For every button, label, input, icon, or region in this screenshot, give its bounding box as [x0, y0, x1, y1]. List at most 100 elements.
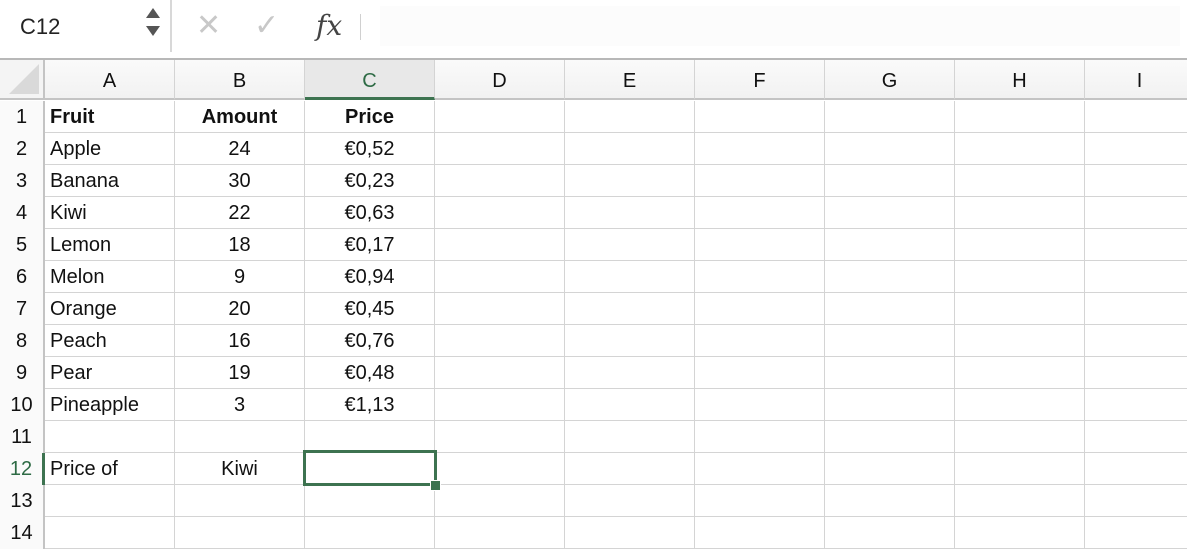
cell-e2[interactable] [565, 133, 695, 165]
cell-b10[interactable]: 3 [175, 389, 305, 421]
row-header-11[interactable]: 11 [0, 421, 45, 453]
cell-c14[interactable] [305, 517, 435, 549]
cell-i3[interactable] [1085, 165, 1187, 197]
cell-i2[interactable] [1085, 133, 1187, 165]
cell-g3[interactable] [825, 165, 955, 197]
row-header-6[interactable]: 6 [0, 261, 45, 293]
cell-a13[interactable] [45, 485, 175, 517]
cell-b2[interactable]: 24 [175, 133, 305, 165]
cell-e1[interactable] [565, 101, 695, 133]
cell-b5[interactable]: 18 [175, 229, 305, 261]
insert-function-icon[interactable]: fx [316, 8, 342, 44]
cell-d3[interactable] [435, 165, 565, 197]
column-header-a[interactable]: A [45, 60, 175, 100]
cell-b13[interactable] [175, 485, 305, 517]
fill-handle[interactable] [430, 480, 441, 491]
cell-g10[interactable] [825, 389, 955, 421]
cell-h1[interactable] [955, 101, 1085, 133]
cell-d11[interactable] [435, 421, 565, 453]
cell-h3[interactable] [955, 165, 1085, 197]
row-header-4[interactable]: 4 [0, 197, 45, 229]
cell-f9[interactable] [695, 357, 825, 389]
cell-h9[interactable] [955, 357, 1085, 389]
cell-f10[interactable] [695, 389, 825, 421]
cell-a7[interactable]: Orange [45, 293, 175, 325]
cell-a10[interactable]: Pineapple [45, 389, 175, 421]
cell-h10[interactable] [955, 389, 1085, 421]
cell-h4[interactable] [955, 197, 1085, 229]
cell-c5[interactable]: €0,17 [305, 229, 435, 261]
cell-b3[interactable]: 30 [175, 165, 305, 197]
cell-h13[interactable] [955, 485, 1085, 517]
cell-a12[interactable]: Price of [45, 453, 175, 485]
column-header-f[interactable]: F [695, 60, 825, 100]
cell-e5[interactable] [565, 229, 695, 261]
row-header-9[interactable]: 9 [0, 357, 45, 389]
cell-a6[interactable]: Melon [45, 261, 175, 293]
cell-i10[interactable] [1085, 389, 1187, 421]
cell-a3[interactable]: Banana [45, 165, 175, 197]
cell-f13[interactable] [695, 485, 825, 517]
cell-c9[interactable]: €0,48 [305, 357, 435, 389]
cancel-icon[interactable]: ✕ [196, 8, 221, 44]
arrow-down-icon[interactable] [146, 26, 160, 36]
cell-g12[interactable] [825, 453, 955, 485]
cell-f3[interactable] [695, 165, 825, 197]
cell-a9[interactable]: Pear [45, 357, 175, 389]
cell-i14[interactable] [1085, 517, 1187, 549]
cell-c3[interactable]: €0,23 [305, 165, 435, 197]
cell-i13[interactable] [1085, 485, 1187, 517]
cell-i8[interactable] [1085, 325, 1187, 357]
cell-a4[interactable]: Kiwi [45, 197, 175, 229]
select-all-button[interactable] [0, 60, 45, 100]
row-header-5[interactable]: 5 [0, 229, 45, 261]
cell-e13[interactable] [565, 485, 695, 517]
cell-i7[interactable] [1085, 293, 1187, 325]
cell-g14[interactable] [825, 517, 955, 549]
cell-h8[interactable] [955, 325, 1085, 357]
cell-f8[interactable] [695, 325, 825, 357]
cell-g1[interactable] [825, 101, 955, 133]
cell-c13[interactable] [305, 485, 435, 517]
cell-c8[interactable]: €0,76 [305, 325, 435, 357]
cell-g6[interactable] [825, 261, 955, 293]
cell-f5[interactable] [695, 229, 825, 261]
column-header-d[interactable]: D [435, 60, 565, 100]
cell-c11[interactable] [305, 421, 435, 453]
cell-i6[interactable] [1085, 261, 1187, 293]
cell-f4[interactable] [695, 197, 825, 229]
cell-c7[interactable]: €0,45 [305, 293, 435, 325]
cell-d14[interactable] [435, 517, 565, 549]
cell-f6[interactable] [695, 261, 825, 293]
cell-b6[interactable]: 9 [175, 261, 305, 293]
cell-b7[interactable]: 20 [175, 293, 305, 325]
cell-c1[interactable]: Price [305, 101, 435, 133]
confirm-icon[interactable]: ✓ [254, 8, 279, 44]
cell-i4[interactable] [1085, 197, 1187, 229]
name-box-value[interactable]: C12 [20, 14, 60, 40]
cell-g7[interactable] [825, 293, 955, 325]
cell-e9[interactable] [565, 357, 695, 389]
cell-g13[interactable] [825, 485, 955, 517]
row-header-14[interactable]: 14 [0, 517, 45, 549]
cell-d2[interactable] [435, 133, 565, 165]
cell-b9[interactable]: 19 [175, 357, 305, 389]
cell-a5[interactable]: Lemon [45, 229, 175, 261]
column-header-g[interactable]: G [825, 60, 955, 100]
cell-b1[interactable]: Amount [175, 101, 305, 133]
column-header-i[interactable]: I [1085, 60, 1187, 100]
cell-f12[interactable] [695, 453, 825, 485]
column-header-e[interactable]: E [565, 60, 695, 100]
cell-f2[interactable] [695, 133, 825, 165]
cell-b12[interactable]: Kiwi [175, 453, 305, 485]
cell-e11[interactable] [565, 421, 695, 453]
cell-h6[interactable] [955, 261, 1085, 293]
arrow-up-icon[interactable] [146, 8, 160, 18]
row-header-13[interactable]: 13 [0, 485, 45, 517]
row-header-7[interactable]: 7 [0, 293, 45, 325]
column-header-c[interactable]: C [305, 60, 435, 100]
cell-b8[interactable]: 16 [175, 325, 305, 357]
cell-d10[interactable] [435, 389, 565, 421]
cell-i11[interactable] [1085, 421, 1187, 453]
cell-d4[interactable] [435, 197, 565, 229]
